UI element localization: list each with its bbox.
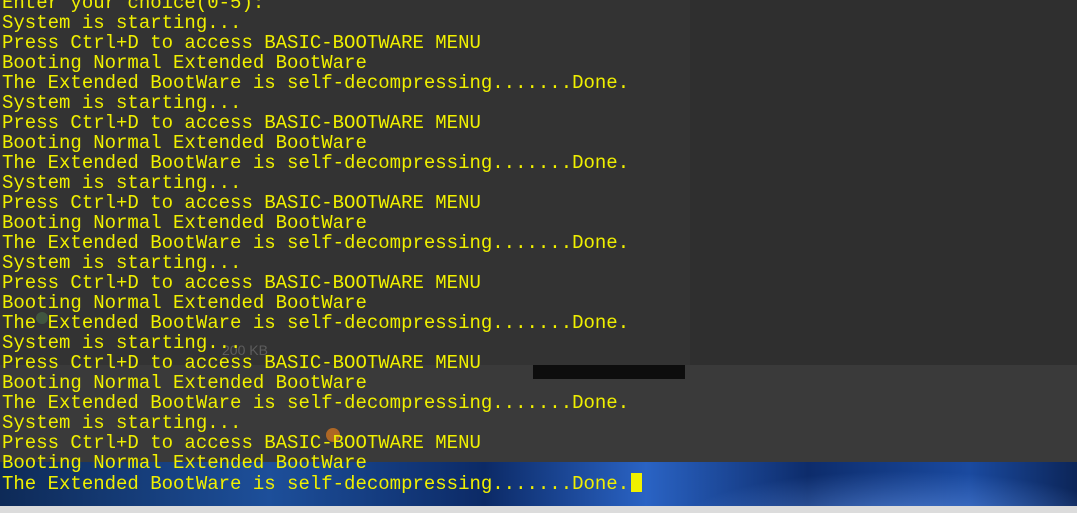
terminal-line: Press Ctrl+D to access BASIC-BOOTWARE ME…: [2, 273, 642, 293]
terminal-line-text: Press Ctrl+D to access BASIC-BOOTWARE ME…: [2, 272, 481, 294]
terminal-line: The Extended BootWare is self-decompress…: [2, 233, 642, 253]
terminal-line-text: Press Ctrl+D to access BASIC-BOOTWARE ME…: [2, 352, 481, 374]
terminal-line-text: System is starting...: [2, 332, 242, 354]
terminal-line: Booting Normal Extended BootWare: [2, 453, 642, 473]
terminal-line: The Extended BootWare is self-decompress…: [2, 73, 642, 93]
terminal-line: Press Ctrl+D to access BASIC-BOOTWARE ME…: [2, 193, 642, 213]
terminal-line-text: Press Ctrl+D to access BASIC-BOOTWARE ME…: [2, 192, 481, 214]
terminal-line: Booting Normal Extended BootWare: [2, 373, 642, 393]
terminal-output: Enter your choice(0-5): System is startin…: [2, 0, 643, 495]
terminal-line: Booting Normal Extended BootWare: [2, 53, 642, 73]
terminal-line: System is starting...: [2, 93, 642, 113]
terminal-line-text: The Extended BootWare is self-decompress…: [2, 152, 630, 174]
terminal-line: System is starting...: [2, 413, 642, 433]
terminal-line-text: The Extended BootWare is self-decompress…: [2, 232, 630, 254]
terminal-line: Press Ctrl+D to access BASIC-BOOTWARE ME…: [2, 33, 642, 53]
terminal-line-text: System is starting...: [2, 252, 242, 274]
terminal-line-text: The Extended BootWare is self-decompress…: [2, 72, 630, 94]
terminal-line: System is starting...: [2, 333, 642, 353]
terminal-line: The Extended BootWare is self-decompress…: [2, 313, 642, 333]
terminal-line: The Extended BootWare is self-decompress…: [2, 473, 643, 495]
terminal-line-text: Booting Normal Extended BootWare: [2, 292, 367, 314]
terminal-line-text: The Extended BootWare is self-decompress…: [2, 312, 630, 334]
terminal-line: Booting Normal Extended BootWare: [2, 133, 642, 153]
terminal-line-text: Booting Normal Extended BootWare: [2, 52, 367, 74]
terminal-line-text: System is starting...: [2, 172, 242, 194]
terminal-line: System is starting...: [2, 13, 642, 33]
terminal-line-text: The Extended BootWare is self-decompress…: [2, 392, 630, 414]
terminal-line-text: Press Ctrl+D to access BASIC-BOOTWARE ME…: [2, 32, 481, 54]
terminal-line-text: Press Ctrl+D to access BASIC-BOOTWARE ME…: [2, 112, 481, 134]
terminal-line-text: System is starting...: [2, 92, 242, 114]
terminal-line-text: Booting Normal Extended BootWare: [2, 372, 367, 394]
terminal-line-text: Booting Normal Extended BootWare: [2, 452, 367, 474]
terminal-window[interactable]: Enter your choice(0-5): System is startin…: [0, 0, 1077, 513]
terminal-line: Press Ctrl+D to access BASIC-BOOTWARE ME…: [2, 433, 642, 453]
terminal-line: The Extended BootWare is self-decompress…: [2, 393, 642, 413]
terminal-line: Booting Normal Extended BootWare: [2, 293, 642, 313]
terminal-line: Press Ctrl+D to access BASIC-BOOTWARE ME…: [2, 353, 642, 373]
terminal-line-text: Booting Normal Extended BootWare: [2, 132, 367, 154]
terminal-line: Booting Normal Extended BootWare: [2, 213, 642, 233]
terminal-line: Press Ctrl+D to access BASIC-BOOTWARE ME…: [2, 113, 642, 133]
terminal-line-text: System is starting...: [2, 412, 242, 434]
terminal-line: The Extended BootWare is self-decompress…: [2, 153, 642, 173]
terminal-cursor: [631, 473, 643, 492]
terminal-line: System is starting...: [2, 253, 642, 273]
terminal-line: System is starting...: [2, 173, 642, 193]
terminal-line-text: The Extended BootWare is self-decompress…: [2, 473, 630, 495]
terminal-line-text: System is starting...: [2, 12, 242, 34]
terminal-line-text: Press Ctrl+D to access BASIC-BOOTWARE ME…: [2, 432, 481, 454]
terminal-line-text: Booting Normal Extended BootWare: [2, 212, 367, 234]
